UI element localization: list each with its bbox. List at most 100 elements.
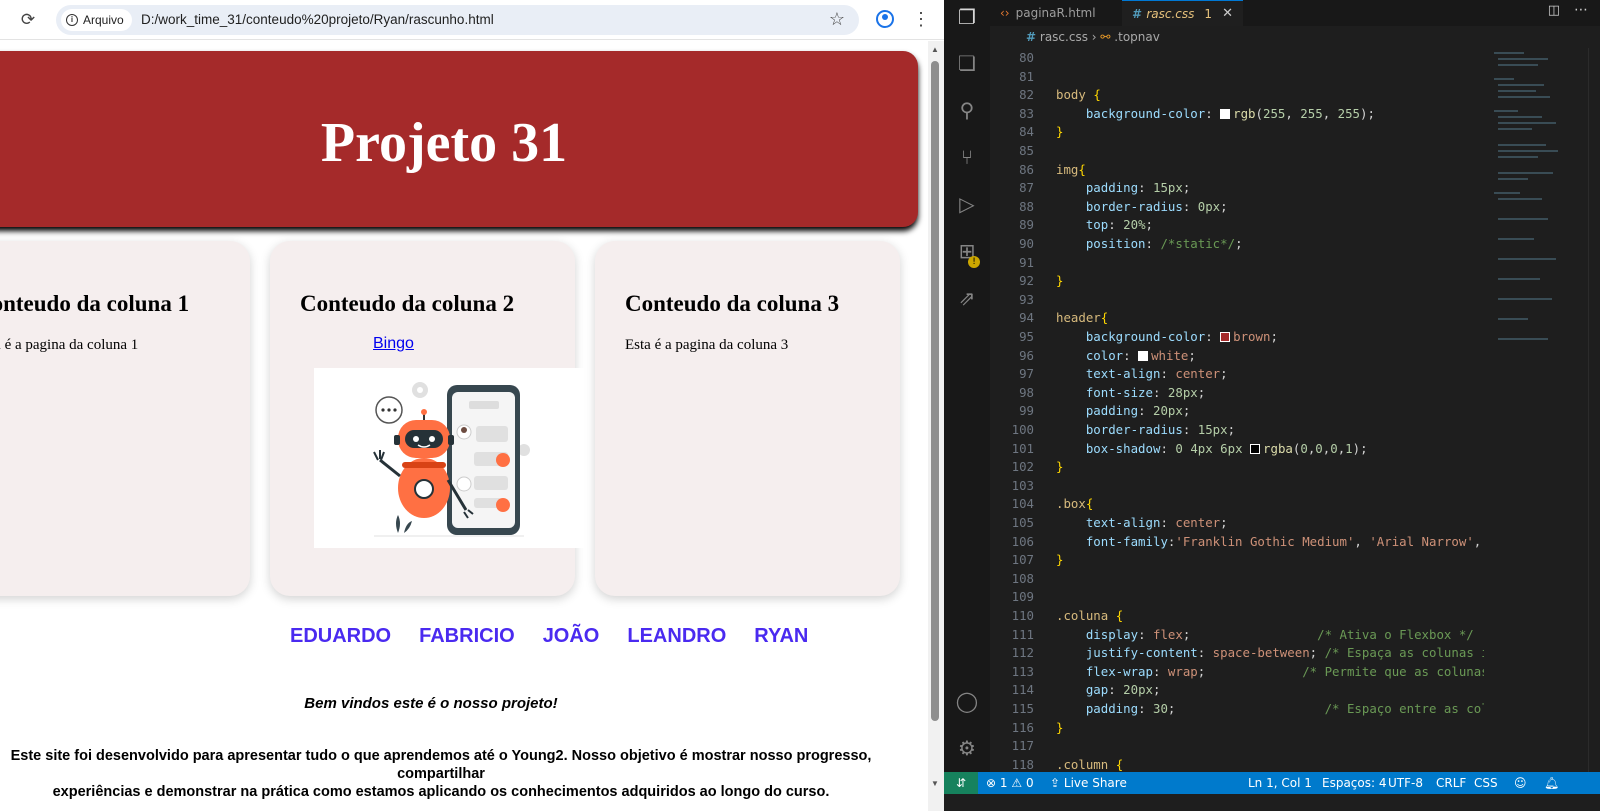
code-line[interactable]: 118 .column { xyxy=(990,756,1484,772)
language-mode[interactable]: CSS xyxy=(1474,772,1498,794)
warning-icon: ⚠ xyxy=(1011,776,1023,790)
code-text: display: flex; /* Ativa o Flexbox */ xyxy=(1085,626,1474,642)
profile-icon[interactable] xyxy=(876,10,894,28)
code-line[interactable]: 88 border-radius: 0px; xyxy=(990,198,1484,217)
notifications-bell-icon[interactable]: 🔔︎ xyxy=(1544,772,1559,794)
code-text: text-align: center; xyxy=(1085,366,1228,382)
bookmark-star-icon[interactable]: ☆ xyxy=(829,9,845,30)
code-line[interactable]: 108 xyxy=(990,570,1484,589)
browser-window: ⟳ i Arquivo D:/work_time_31/conteudo%20p… xyxy=(0,0,944,811)
close-tab-icon[interactable]: ✕ xyxy=(1222,6,1233,21)
code-line[interactable]: 92} xyxy=(990,272,1484,291)
code-text: } xyxy=(1056,552,1064,568)
copilot-icon[interactable]: ☺ xyxy=(1514,772,1527,794)
tab-rasc-css[interactable]: # rasc.css 1 ✕ xyxy=(1122,0,1243,26)
settings-gear-icon[interactable]: ⚙ xyxy=(954,735,980,761)
omnibox[interactable]: i Arquivo D:/work_time_31/conteudo%20pro… xyxy=(56,5,859,35)
code-line[interactable]: 95 background-color: brown; xyxy=(990,328,1484,347)
url-text[interactable]: D:/work_time_31/conteudo%20projeto/Ryan/… xyxy=(141,12,494,27)
code-line[interactable]: 106 font-family:'Franklin Gothic Medium'… xyxy=(990,533,1484,552)
breadcrumb-file[interactable]: rasc.css xyxy=(1040,30,1088,44)
code-line[interactable]: 113 flex-wrap: wrap; /* Permite que as c… xyxy=(990,663,1484,682)
code-line[interactable]: 104 .box{ xyxy=(990,495,1484,514)
code-line[interactable]: 86 img{ xyxy=(990,161,1484,180)
code-line[interactable]: 111 display: flex; /* Ativa o Flexbox */ xyxy=(990,626,1484,645)
bingo-link[interactable]: Bingo xyxy=(373,335,414,353)
code-line[interactable]: 116} xyxy=(990,719,1484,738)
site-info-chip[interactable]: i Arquivo xyxy=(61,9,132,31)
page-scrollbar[interactable]: ▲ ▼ xyxy=(928,41,944,811)
column-card-1: Conteudo da coluna 1 Esta é a pagina da … xyxy=(0,241,250,596)
nav-link-leandro[interactable]: LEANDRO xyxy=(627,625,726,648)
encoding[interactable]: UTF-8 xyxy=(1388,772,1423,794)
code-line[interactable]: 107} xyxy=(990,551,1484,570)
nav-link-ryan[interactable]: RYAN xyxy=(754,625,808,648)
code-line[interactable]: 87 padding: 15px; xyxy=(990,179,1484,198)
code-text: flex-wrap: wrap; /* Permite que as colun… xyxy=(1085,663,1484,679)
code-line[interactable]: 110 .coluna { xyxy=(990,607,1484,626)
code-line[interactable]: 109 xyxy=(990,588,1484,607)
code-line[interactable]: 105 text-align: center; xyxy=(990,514,1484,533)
run-debug-icon[interactable]: ▷ xyxy=(954,191,980,217)
tab-paginaR-html[interactable]: ‹› paginaR.html xyxy=(990,0,1106,26)
scroll-up-icon[interactable]: ▲ xyxy=(931,45,939,54)
code-line[interactable]: 82 body { xyxy=(990,86,1484,105)
code-line[interactable]: 90 position: /*static*/; xyxy=(990,235,1484,254)
code-line[interactable]: 85 xyxy=(990,142,1484,161)
files-icon[interactable]: ❏ xyxy=(954,50,980,76)
line-number: 83 xyxy=(1019,105,1034,121)
code-editor[interactable]: 80 81 82 body {83 background-color: rgb(255… xyxy=(990,48,1484,772)
explorer-icon[interactable]: ❐ xyxy=(954,4,980,30)
menu-kebab-icon[interactable]: ⋮ xyxy=(912,8,930,30)
code-line[interactable]: 89 top: 20%; xyxy=(990,216,1484,235)
code-line[interactable]: 91 xyxy=(990,254,1484,273)
code-text: padding: 15px; xyxy=(1085,180,1191,196)
more-actions-icon[interactable]: ⋯ xyxy=(1574,2,1588,18)
code-line[interactable]: 97 text-align: center; xyxy=(990,365,1484,384)
remote-indicator-icon[interactable]: ⇵ xyxy=(944,772,978,794)
code-text: .column { xyxy=(1056,756,1124,772)
scroll-down-icon[interactable]: ▼ xyxy=(931,779,939,788)
search-icon[interactable]: ⚲ xyxy=(954,97,980,123)
code-line[interactable]: 98 font-size: 28px; xyxy=(990,384,1484,403)
site-title: Projeto 31 xyxy=(320,112,568,174)
source-control-icon[interactable]: ⑂ xyxy=(954,144,980,170)
code-line[interactable]: 99 padding: 20px; xyxy=(990,402,1484,421)
code-line[interactable]: 103 xyxy=(990,477,1484,496)
editor-scrollbar[interactable] xyxy=(1588,48,1600,772)
column-text: Esta é a pagina da coluna 3 xyxy=(625,337,789,353)
remote-explorer-icon[interactable]: ⇗ xyxy=(954,285,980,311)
cursor-position[interactable]: Ln 1, Col 1 xyxy=(1248,772,1312,794)
code-line[interactable]: 101 box-shadow: 0 4px 6px rgba(0,0,0,1); xyxy=(990,440,1484,459)
code-line[interactable]: 81 xyxy=(990,68,1484,87)
code-line[interactable]: 93 xyxy=(990,291,1484,310)
line-number: 94 xyxy=(1019,310,1034,326)
split-editor-icon[interactable]: ◫ xyxy=(1548,3,1560,18)
live-share-button[interactable]: ⇪ Live Share xyxy=(1050,772,1127,794)
nav-link-eduardo[interactable]: EDUARDO xyxy=(290,625,391,648)
code-line[interactable]: 115 padding: 30; /* Espaço entre as colu xyxy=(990,700,1484,719)
code-line[interactable]: 80 xyxy=(990,49,1484,68)
description-line-2: experiências e demonstrar na prática com… xyxy=(52,784,830,800)
reload-icon[interactable]: ⟳ xyxy=(17,9,39,31)
code-line[interactable]: 83 background-color: rgb(255, 255, 255); xyxy=(990,105,1484,124)
minimap[interactable] xyxy=(1488,48,1588,772)
code-line[interactable]: 117 xyxy=(990,737,1484,756)
scrollbar-thumb[interactable] xyxy=(931,61,939,721)
line-number: 96 xyxy=(1019,347,1034,363)
breadcrumb-symbol[interactable]: .topnav xyxy=(1114,30,1160,44)
nav-link-joao[interactable]: JOÃO xyxy=(543,625,600,648)
code-line[interactable]: 114 gap: 20px; xyxy=(990,681,1484,700)
code-line[interactable]: 100 border-radius: 15px; xyxy=(990,421,1484,440)
end-of-line[interactable]: CRLF xyxy=(1436,772,1466,794)
code-line[interactable]: 112 justify-content: space-between; /* E… xyxy=(990,644,1484,663)
code-text: padding: 20px; xyxy=(1085,403,1191,419)
indentation[interactable]: Espaços: 4 xyxy=(1322,772,1387,794)
code-line[interactable]: 96 color: white; xyxy=(990,347,1484,366)
accounts-icon[interactable]: ◯ xyxy=(954,688,980,714)
nav-link-fabricio[interactable]: FABRICIO xyxy=(419,625,515,648)
code-line[interactable]: 102} xyxy=(990,458,1484,477)
code-line[interactable]: 94 header{ xyxy=(990,309,1484,328)
code-line[interactable]: 84} xyxy=(990,123,1484,142)
problems-indicator[interactable]: ⊗ 1 ⚠ 0 xyxy=(986,772,1034,794)
